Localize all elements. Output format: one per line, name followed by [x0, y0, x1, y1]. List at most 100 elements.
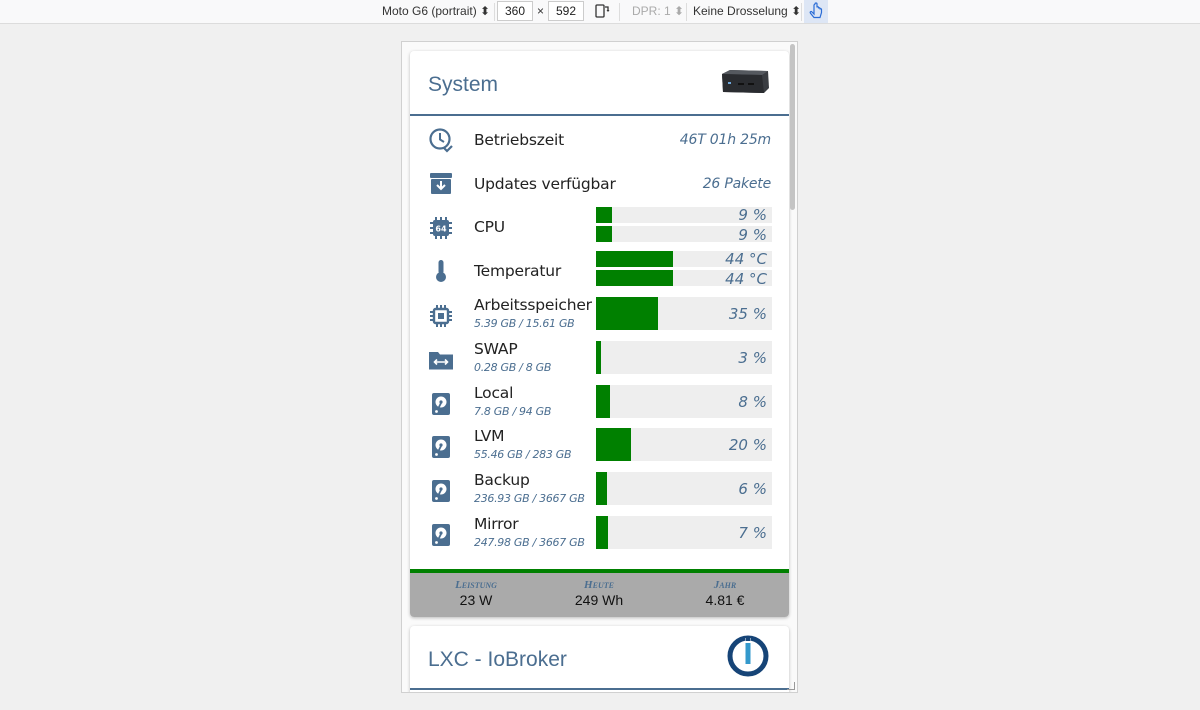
bar-percent: 3 %: [738, 348, 767, 367]
bar-fill: [596, 297, 658, 330]
dpr-select-label: DPR: 1: [632, 4, 671, 18]
row-label: Local: [474, 383, 514, 402]
cpu-core-bar: 9 %: [596, 206, 772, 224]
bar-percent: 9 %: [738, 206, 767, 224]
bar-fill: [596, 472, 607, 506]
throttling-select[interactable]: Keine Drosselung ⬍: [693, 0, 801, 24]
bar-fill: [596, 251, 674, 267]
bar-fill: [596, 207, 612, 223]
bar-fill: [596, 428, 632, 462]
resource-row-arbeitsspeicher: Arbeitsspeicher 5.39 GB / 15.61 GB 35 %: [410, 294, 789, 336]
toolbar-divider: [686, 3, 687, 21]
toolbar-divider: [619, 3, 620, 21]
rotate-icon[interactable]: [594, 0, 610, 24]
card-title: LXC - IoBroker: [428, 648, 567, 671]
thermometer-icon: [436, 260, 446, 282]
footer-label: Heute: [584, 579, 614, 591]
device-select-label: Moto G6 (portrait): [382, 4, 477, 18]
usage-bar: 8 %: [596, 384, 772, 418]
footer-label: Jahr: [713, 579, 737, 591]
toolbar-divider: [494, 3, 495, 21]
row-label: Backup: [474, 471, 530, 490]
row-subtext: 0.28 GB / 8 GB: [474, 360, 552, 374]
device-select[interactable]: Moto G6 (portrait) ⬍: [382, 0, 490, 24]
bar-fill: [596, 340, 602, 374]
cpu-core-bar: 9 %: [596, 226, 772, 244]
memory-chip-icon: [430, 305, 452, 327]
bar-temperature: 44 °C: [725, 270, 767, 288]
uptime-row: Betriebszeit 46T 01h 25m: [410, 119, 789, 159]
harddisk-icon: [432, 392, 450, 415]
dpr-select[interactable]: DPR: 1 ⬍: [632, 0, 684, 24]
svg-text:64: 64: [435, 225, 447, 234]
row-subtext: 7.8 GB / 94 GB: [474, 404, 552, 418]
devtools-responsive-toolbar: Moto G6 (portrait) ⬍ 360 × 592 DPR: 1 ⬍ …: [0, 0, 1200, 24]
bar-percent: 20 %: [728, 436, 767, 455]
row-label: Temperatur: [474, 262, 561, 280]
bar-percent: 6 %: [738, 480, 767, 499]
row-label: Arbeitsspeicher: [474, 296, 592, 314]
footer-value: 249 Wh: [574, 592, 624, 608]
row-label: Betriebszeit: [474, 131, 565, 149]
today-column: Heute 249 Wh: [539, 579, 659, 608]
system-card: System Betriebszeit 46T 01h 25m Updates …: [410, 51, 789, 617]
touch-hand-icon[interactable]: [804, 0, 828, 23]
footer-value: 23 W: [459, 592, 493, 608]
row-subtext: 5.39 GB / 15.61 GB: [474, 317, 575, 330]
harddisk-icon: [432, 436, 450, 459]
row-subtext: 55.46 GB / 283 GB: [474, 448, 572, 462]
usage-bar: 20 %: [596, 428, 772, 462]
resource-row-local: Local 7.8 GB / 94 GB 8 %: [410, 382, 789, 424]
temperature-bar: 44 °C: [596, 270, 772, 288]
vertical-scrollbar[interactable]: [790, 44, 795, 210]
usage-bar: 7 %: [596, 516, 772, 549]
energy-footer: Leistung 23 W Heute 249 Wh Jahr 4.81 €: [410, 569, 789, 617]
lxc-iobroker-card: LXC - IoBroker: [410, 626, 789, 692]
cpu-64-icon: 64: [430, 217, 452, 239]
resource-row-mirror: Mirror 247.98 GB / 3667 GB 7 %: [410, 513, 789, 555]
footer-label: Leistung: [455, 579, 497, 591]
mini-pc-image: [722, 70, 769, 93]
clock-check-icon: [429, 128, 453, 153]
resize-handle[interactable]: [787, 682, 795, 690]
toolbar-divider: [801, 3, 802, 21]
resource-row-lvm: LVM 55.46 GB / 283 GB 20 %: [410, 425, 789, 467]
viewport-width-input[interactable]: 360: [497, 1, 533, 21]
harddisk-icon: [432, 480, 450, 503]
card-header: LXC - IoBroker: [410, 626, 789, 690]
bar-fill: [596, 226, 612, 242]
row-value: 46T 01h 25m: [679, 132, 771, 148]
row-label: LVM: [474, 427, 505, 446]
bar-percent: 35 %: [728, 305, 767, 323]
power-column: Leistung 23 W: [416, 579, 536, 608]
bar-percent: 9 %: [738, 226, 767, 244]
bar-fill: [596, 516, 609, 549]
updates-row: Updates verfügbar 26 Pakete: [410, 163, 789, 203]
row-subtext: 247.98 GB / 3667 GB: [474, 536, 585, 549]
folder-swap-icon: [429, 351, 453, 370]
dimension-separator: ×: [537, 4, 545, 18]
bar-percent: 8 %: [738, 392, 767, 411]
temperature-row: Temperatur 44 °C 44 °C: [410, 250, 789, 292]
year-column: Jahr 4.81 €: [665, 579, 785, 608]
device-viewport: System Betriebszeit 46T 01h 25m Updates …: [401, 41, 798, 693]
usage-bar: 35 %: [596, 297, 772, 330]
iobroker-logo: [727, 635, 769, 677]
bar-temperature: 44 °C: [725, 250, 767, 268]
viewport-height-input[interactable]: 592: [548, 1, 584, 21]
row-label: Updates verfügbar: [474, 175, 616, 193]
harddisk-icon: [432, 524, 450, 546]
row-value: 26 Pakete: [702, 176, 772, 192]
row-subtext: 236.93 GB / 3667 GB: [474, 492, 585, 506]
cpu-row: 64 CPU 9 % 9 %: [410, 206, 789, 248]
usage-bar: 6 %: [596, 472, 772, 506]
bar-fill: [596, 270, 674, 286]
temperature-bar: 44 °C: [596, 250, 772, 268]
bar-fill: [596, 384, 611, 418]
row-label: CPU: [474, 218, 505, 236]
footer-value: 4.81 €: [705, 592, 745, 608]
row-label: Mirror: [474, 515, 519, 533]
usage-bar: 3 %: [596, 340, 772, 374]
row-label: SWAP: [474, 339, 518, 358]
resource-row-backup: Backup 236.93 GB / 3667 GB 6 %: [410, 469, 789, 511]
